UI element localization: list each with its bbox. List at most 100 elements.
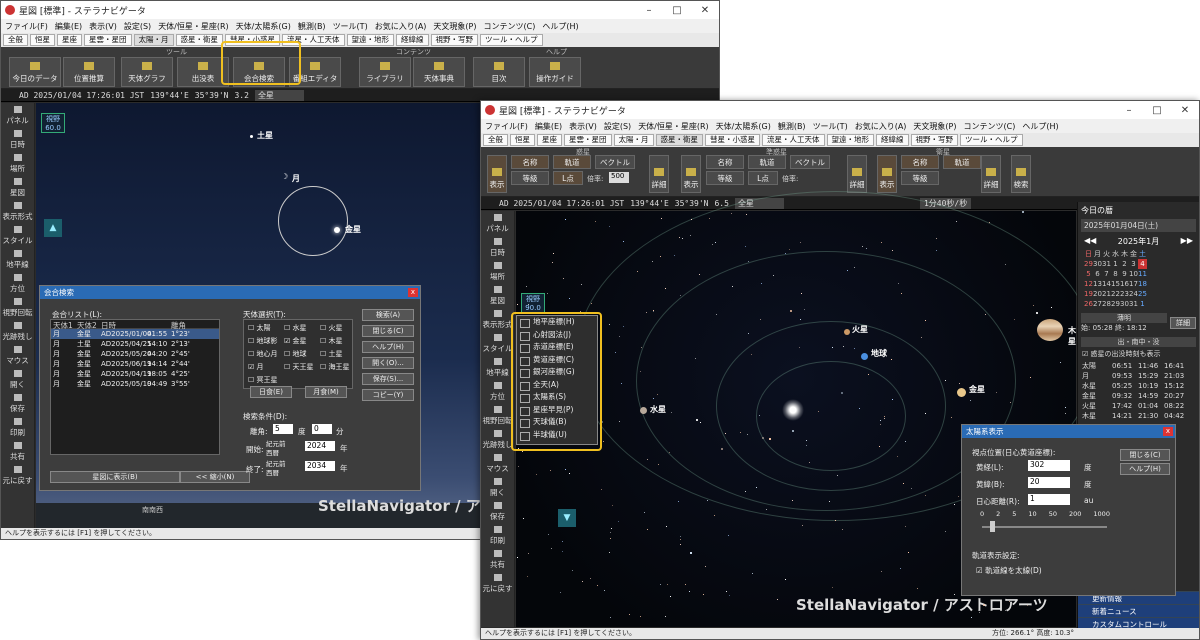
zoom-up-button[interactable]: ▲ [44,219,62,237]
solar-eclipse-button[interactable]: 日食(E) [250,386,292,398]
latitude-display[interactable]: 35°39'N [675,199,709,208]
lunar-eclipse-button[interactable]: 月食(M) [305,386,347,398]
calendar-day[interactable]: 15 [1111,279,1120,289]
calendar-day[interactable]: 20 [1093,289,1102,299]
calendar-day[interactable]: 13 [1093,279,1102,289]
dwarf-show-button[interactable]: 表示 [681,155,701,193]
thick-orbit-checkbox[interactable]: ☑ 軌道線を太線(D) [976,565,1042,576]
menu-item[interactable]: お気に入り(A) [375,21,427,32]
body-checkbox[interactable]: ☐ 海王星 [320,362,350,372]
ribbon-tab[interactable]: 惑星・衛星 [655,134,703,146]
menu-item[interactable]: 天体/恒星・星座(R) [638,121,709,132]
target-select[interactable]: 全星 [254,89,304,101]
datetime-display[interactable]: AD 2025/01/04 17:26:01 JST [499,199,624,208]
satellite-detail-button[interactable]: 詳細 [981,155,1001,193]
sidebar-item[interactable]: 場所 [481,259,514,283]
sidebar-item[interactable]: 日時 [1,127,34,151]
calendar-day[interactable]: 23 [1120,289,1129,299]
menu-item[interactable]: 設定(S) [124,21,151,32]
ribbon-tab[interactable]: 恒星 [510,134,535,146]
body-checkbox[interactable]: ☐ 地心月 [248,349,278,359]
dialog-button[interactable]: ヘルプ(H) [362,341,414,353]
calendar-day[interactable]: 17 [1129,279,1138,289]
dist-input[interactable]: 1 [1028,494,1070,505]
ribbon-tab[interactable]: 全般 [3,34,28,46]
satellite-orbit-toggle[interactable]: 軌道 [943,155,981,169]
dialog-button[interactable]: コピー(Y) [362,389,414,401]
body-checkbox[interactable]: ☑ 月 [248,362,264,372]
close-button[interactable]: 閉じる(C) [1120,449,1170,461]
ribbon-tab[interactable]: 流星・人工天体 [762,134,825,146]
calendar-day[interactable]: 22 [1111,289,1120,299]
ribbon-button[interactable]: 今日のデータ [9,57,61,87]
sidebar-item[interactable]: 方位 [481,379,514,403]
minimize-icon[interactable]: – [635,5,663,16]
prev-month-icon[interactable]: ◀◀ [1084,236,1096,247]
calendar-day[interactable]: 7 [1102,269,1111,279]
lat-input[interactable]: 20 [1028,477,1070,488]
table-row[interactable]: 月 金星 AD2025/04/19 18:05 4°25' [51,369,219,379]
dwarf-orbit-toggle[interactable]: 軌道 [748,155,786,169]
calendar-day[interactable]: 30 [1120,299,1129,309]
satellite-mag-toggle[interactable]: 等級 [901,171,939,185]
ribbon-tab[interactable]: 全般 [483,134,508,146]
sidebar-item[interactable]: 表示形式 [481,307,514,331]
minimize-icon[interactable]: – [1115,105,1143,116]
sidebar-item[interactable]: 地平線 [1,247,34,271]
close-icon[interactable]: ✕ [691,5,719,16]
calendar-day[interactable]: 8 [1111,269,1120,279]
ribbon-tab[interactable]: 彗星・小惑星 [705,134,760,146]
table-row[interactable]: 月 金星 AD2025/05/24 04:20 2°45' [51,349,219,359]
ribbon-tab[interactable]: 視野・写野 [910,134,958,146]
ribbon-tab[interactable]: 太陽・月 [133,34,174,46]
scale-input[interactable]: 500 [609,172,629,183]
planet-name-toggle[interactable]: 名称 [511,155,549,169]
dwarf-lpoint-toggle[interactable]: L点 [748,171,778,185]
ribbon-tab[interactable]: 経緯線 [396,34,429,46]
menu-item[interactable]: 観測(B) [298,21,326,32]
ribbon-tab[interactable]: ツール・ヘルプ [480,34,543,46]
calendar-day[interactable]: 25 [1138,289,1147,299]
ribbon-button[interactable]: 操作ガイド [529,57,581,87]
ribbon-tab[interactable]: 恒星 [30,34,55,46]
column-header[interactable]: 日時 [99,320,169,330]
sidebar-item[interactable]: 共有 [481,547,514,571]
start-era-ad[interactable]: 西暦 [266,447,279,457]
sidebar-item[interactable]: 共有 [1,439,34,463]
longitude-display[interactable]: 139°44'E [630,199,669,208]
sidebar-item[interactable]: 日時 [481,235,514,259]
sidebar-item[interactable]: 印刷 [1,415,34,439]
maximize-icon[interactable]: □ [663,5,691,16]
calendar-day[interactable]: 29 [1084,259,1093,269]
satellite-name-toggle[interactable]: 名称 [901,155,939,169]
show-on-chart-button[interactable]: 星図に表示(B) [50,471,180,483]
sidebar-item[interactable]: 光跡残し [481,427,514,451]
shrink-button[interactable]: << 縮小(N) [180,471,250,483]
menu-item[interactable]: 天体/太陽系(G) [236,21,291,32]
sidebar-item[interactable]: スタイル [1,223,34,247]
calendar-day[interactable]: 16 [1120,279,1129,289]
sidebar-item[interactable]: 開く [481,475,514,499]
next-month-icon[interactable]: ▶▶ [1181,236,1193,247]
calendar[interactable]: 日月火水木金土 29 30 31 1 2 3 4 5 6 7 8 9 10 11 12 13 14 15 16 17 18… [1084,249,1147,309]
calendar-day[interactable]: 18 [1138,279,1147,289]
sidebar-item[interactable]: 視野回転 [1,295,34,319]
ribbon-button[interactable]: 天体事典 [413,57,465,87]
ribbon-tab[interactable]: 星座 [537,134,562,146]
sidebar-item[interactable]: 印刷 [481,523,514,547]
calendar-day[interactable]: 4 [1138,259,1147,269]
planet-vector-toggle[interactable]: ベクトル [595,155,635,169]
sidebar-item[interactable]: 保存 [481,499,514,523]
distance-slider-thumb[interactable] [990,521,995,532]
menu-item[interactable]: 設定(S) [604,121,631,132]
planet-show-button[interactable]: 表示 [487,155,507,193]
body-checkbox[interactable]: ☐ 水星 [284,323,307,333]
calendar-day[interactable]: 31 [1102,259,1111,269]
menu-item[interactable]: ヘルプ(H) [1022,121,1058,132]
dwarf-vector-toggle[interactable]: ベクトル [790,155,830,169]
close-icon[interactable]: x [408,288,418,297]
ribbon-tab[interactable]: 星雲・星団 [564,134,612,146]
body-checkbox[interactable]: ☐ 天王星 [284,362,314,372]
calendar-day[interactable]: 11 [1138,269,1147,279]
menu-item[interactable]: ヘルプ(H) [542,21,578,32]
